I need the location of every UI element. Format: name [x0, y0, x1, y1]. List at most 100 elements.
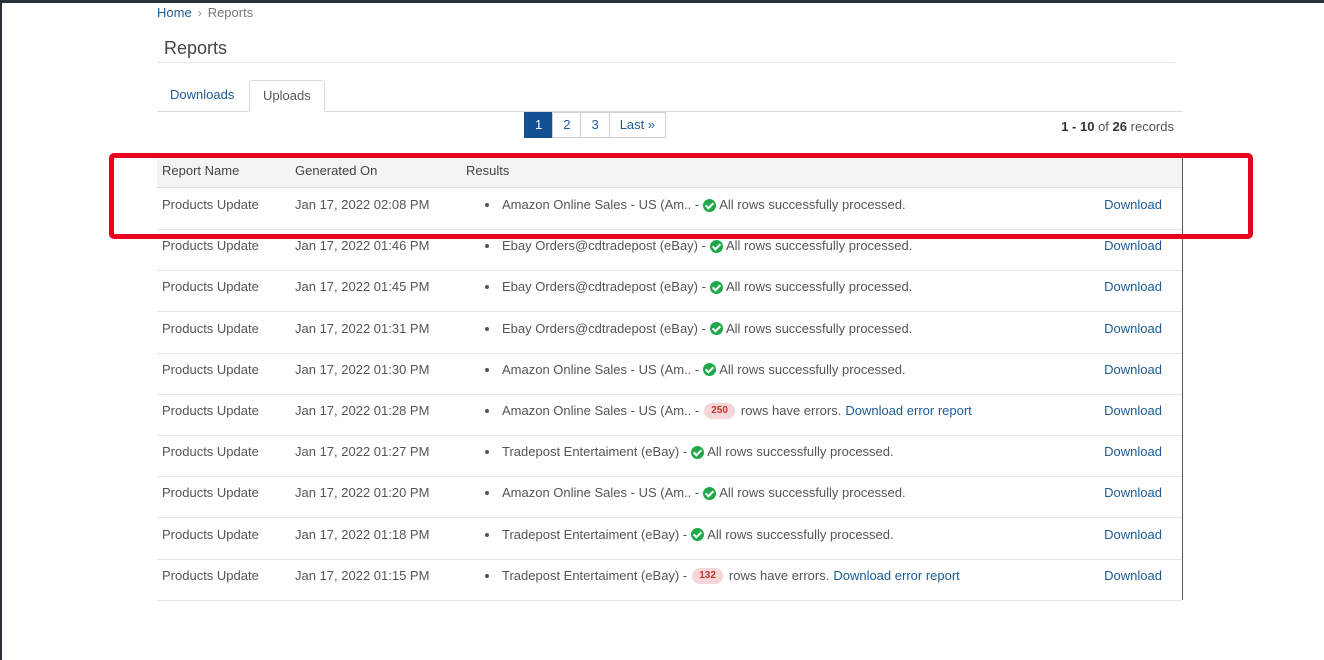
table-row: Products Update Jan 17, 2022 01:31 PM Ebay…	[157, 312, 1182, 354]
result: Tradepost Entertaiment (eBay) -132 rows h…	[485, 559, 960, 593]
page-title: Reports	[164, 38, 228, 58]
check-circle-icon	[703, 198, 717, 212]
top-border	[0, 0, 1324, 3]
result-source: Amazon Online Sales - US (Am.. -	[502, 485, 700, 501]
page-3-button[interactable]: 3	[580, 112, 610, 138]
result-message: All rows successfully processed.	[725, 320, 913, 336]
result-source: Amazon Online Sales - US (Am.. -	[502, 197, 700, 212]
download-link[interactable]: Download	[1104, 229, 1162, 263]
report-name: Products Update	[162, 567, 259, 583]
generated-on: Jan 17, 2022 01:15 PM	[295, 567, 430, 583]
download-link[interactable]: Download	[1104, 188, 1162, 222]
header-generated-on: Generated On	[295, 163, 378, 178]
result: Ebay Orders@cdtradepost (eBay) - All rows…	[485, 270, 912, 304]
pagination: 1 2 3 Last »	[524, 112, 667, 138]
table-row: Products Update Jan 17, 2022 01:15 PM Trad…	[157, 559, 1182, 601]
table-row: Products Update Jan 17, 2022 01:27 PM Trad…	[157, 435, 1182, 478]
generated-on: Jan 17, 2022 01:20 PM	[295, 485, 430, 501]
download-link[interactable]: Download	[1104, 353, 1162, 387]
generated-on: Jan 17, 2022 01:46 PM	[295, 238, 430, 254]
generated-on: Jan 17, 2022 01:18 PM	[295, 526, 430, 542]
download-link[interactable]: Download	[1104, 476, 1162, 510]
result-message: All rows successfully processed.	[707, 444, 894, 460]
result-message: rows have errors.	[728, 567, 830, 583]
page-2-button[interactable]: 2	[552, 112, 582, 138]
report-name: Products Update	[162, 279, 259, 295]
check-circle-icon	[709, 239, 723, 253]
generated-on: Jan 17, 2022 01:30 PM	[295, 361, 430, 377]
records-range: 1 - 10	[1061, 119, 1095, 134]
download-link[interactable]: Download	[1104, 435, 1162, 469]
report-name: Products Update	[162, 403, 259, 418]
bullet-icon	[485, 285, 489, 290]
table-row: Products Update Jan 17, 2022 01:30 PM Amaz…	[157, 353, 1182, 395]
check-circle-icon	[703, 486, 717, 500]
generated-on: Jan 17, 2022 01:45 PM	[295, 279, 430, 295]
header-report-name: Report Name	[162, 163, 240, 178]
bullet-icon	[485, 367, 489, 372]
check-circle-icon	[691, 445, 705, 459]
records-count: 1 - 10 of 26 records	[1061, 119, 1174, 134]
title-divider	[157, 62, 1175, 63]
bullet-icon	[485, 326, 489, 331]
result-message: All rows successfully processed.	[725, 238, 913, 254]
generated-on: Jan 17, 2022 01:28 PM	[295, 403, 430, 418]
chevron-right-icon: ›	[197, 5, 202, 20]
download-error-report-link[interactable]: Download error report	[845, 394, 971, 428]
result-message: All rows successfully processed.	[719, 485, 906, 501]
generated-on: Jan 17, 2022 01:31 PM	[295, 320, 430, 336]
generated-on: Jan 17, 2022 01:27 PM	[295, 444, 430, 460]
check-circle-icon	[709, 280, 723, 294]
header-results: Results	[466, 163, 510, 178]
last-page-button[interactable]: Last »	[608, 112, 667, 138]
table-row: Products Update Jan 17, 2022 01:28 PM Amaz…	[157, 394, 1182, 436]
result: Amazon Online Sales - US (Am.. - All rows…	[485, 188, 906, 222]
result: Tradepost Entertaiment (eBay) - All rows …	[485, 435, 894, 469]
error-count-badge: 132	[692, 567, 723, 584]
result: Amazon Online Sales - US (Am.. - 250 rows …	[485, 394, 972, 428]
table-row: Products Update Jan 17, 2022 01:18 PM Trad…	[157, 518, 1182, 560]
result-message: rows have errors.	[740, 403, 842, 418]
result-source: Ebay Orders@cdtradepost (eBay) -	[502, 279, 706, 295]
result: Ebay Orders@cdtradepost (eBay) - All rows…	[485, 312, 912, 346]
report-tabs: Downloads Uploads	[157, 80, 1183, 112]
result-source: Amazon Online Sales - US (Am.. -	[502, 361, 700, 377]
breadcrumb-home-link[interactable]: Home	[157, 5, 192, 20]
download-link[interactable]: Download	[1104, 270, 1162, 304]
table-header: Report Name Generated On Results	[157, 158, 1182, 188]
tab-downloads[interactable]: Downloads	[157, 80, 247, 111]
table-row: Products Update Jan 17, 2022 01:46 PM Ebay…	[157, 229, 1182, 272]
check-circle-icon	[709, 322, 723, 336]
tab-uploads[interactable]: Uploads	[249, 80, 325, 112]
bullet-icon	[485, 491, 489, 496]
result-message: All rows successfully processed.	[719, 197, 906, 212]
bullet-icon	[485, 532, 489, 537]
table-row: Products Update Jan 17, 2022 02:08 PM Amaz…	[157, 188, 1182, 230]
uploads-table: Report Name Generated On Results Product…	[157, 158, 1183, 601]
left-border	[0, 0, 2, 660]
download-link[interactable]: Download	[1104, 559, 1162, 593]
breadcrumb: Home › Reports	[157, 5, 253, 20]
report-name: Products Update	[162, 361, 259, 377]
result: Ebay Orders@cdtradepost (eBay) - All rows…	[485, 229, 912, 263]
download-link[interactable]: Download	[1104, 394, 1162, 428]
result-source: Ebay Orders@cdtradepost (eBay) -	[502, 238, 706, 254]
download-link[interactable]: Download	[1104, 518, 1162, 552]
result-source: Tradepost Entertaiment (eBay) -	[502, 567, 688, 583]
result: Amazon Online Sales - US (Am.. - All rows…	[485, 353, 906, 387]
breadcrumb-current: Reports	[207, 5, 254, 20]
page-1-button[interactable]: 1	[524, 112, 554, 138]
report-name: Products Update	[162, 238, 259, 254]
download-error-report-link[interactable]: Download error report	[833, 559, 959, 593]
bullet-icon	[485, 450, 489, 455]
result-source: Amazon Online Sales - US (Am.. -	[502, 403, 700, 418]
report-name: Products Update	[162, 197, 259, 212]
report-name: Products Update	[162, 485, 259, 501]
download-link[interactable]: Download	[1104, 312, 1162, 346]
result: Amazon Online Sales - US (Am.. - All rows…	[485, 476, 906, 510]
check-circle-icon	[691, 528, 705, 542]
error-count-badge: 250	[704, 403, 735, 419]
records-of: of	[1098, 119, 1109, 134]
result-source: Tradepost Entertaiment (eBay) -	[502, 444, 688, 460]
bullet-icon	[485, 409, 489, 413]
